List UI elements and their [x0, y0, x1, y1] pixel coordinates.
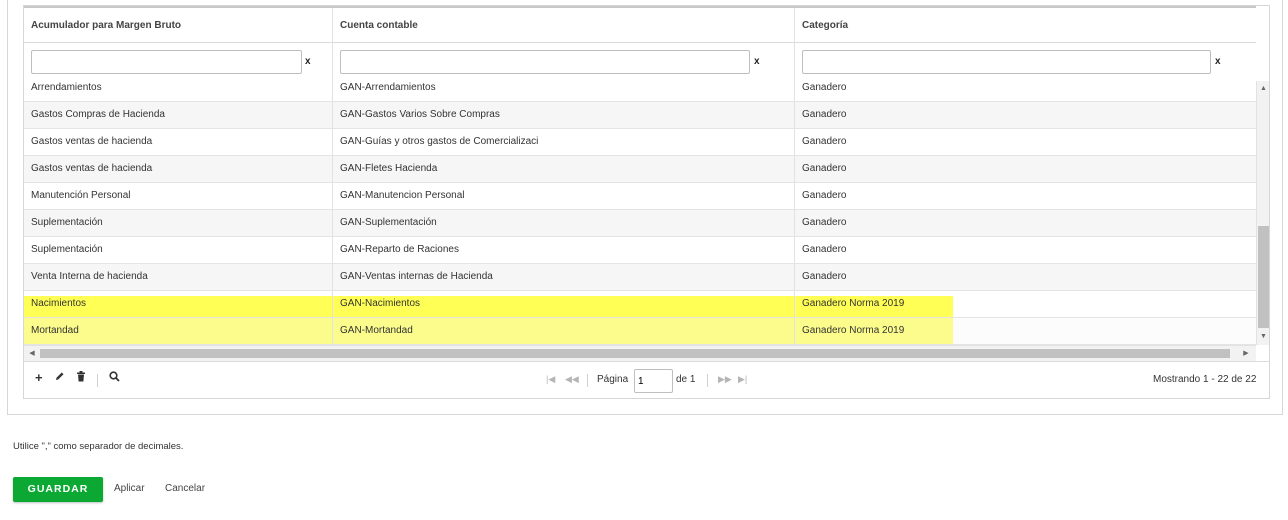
cell-cuenta: GAN-Guías y otros gastos de Comercializa… — [333, 129, 795, 155]
table-row[interactable]: Nacimientos GAN-Nacimientos Ganadero Nor… — [24, 291, 1256, 318]
cell-acumulador: Venta Interna de hacienda — [24, 264, 333, 290]
cell-acumulador: Gastos ventas de hacienda — [24, 156, 333, 182]
column-header-cuenta[interactable]: Cuenta contable — [333, 8, 795, 43]
next-page-icon[interactable]: ▶▶ — [718, 374, 732, 385]
filter-input-categoria[interactable] — [802, 50, 1211, 74]
cell-cuenta: GAN-Suplementación — [333, 210, 795, 236]
clear-filter-acumulador-icon[interactable]: x — [305, 56, 311, 67]
cell-cuenta: GAN-Manutencion Personal — [333, 183, 795, 209]
table-row[interactable]: Gastos ventas de hacienda GAN-Fletes Hac… — [24, 156, 1256, 183]
cell-cuenta: GAN-Ventas internas de Hacienda — [333, 264, 795, 290]
table-row[interactable]: Manutención Personal GAN-Manutencion Per… — [24, 183, 1256, 210]
cell-categoria: Ganadero — [802, 190, 847, 201]
grid-header: Acumulador para Margen Bruto Cuenta cont… — [24, 6, 1256, 43]
cell-categoria: Ganadero — [802, 163, 847, 174]
filter-cell-categoria: x — [795, 43, 1256, 81]
clear-filter-cuenta-icon[interactable]: x — [754, 56, 760, 67]
filter-input-cuenta[interactable] — [340, 50, 750, 74]
save-button[interactable]: GUARDAR — [13, 477, 103, 502]
horizontal-scrollbar[interactable]: ◀ ▶ — [24, 345, 1256, 361]
cell-acumulador: Gastos ventas de hacienda — [24, 129, 333, 155]
scroll-up-icon[interactable]: ▲ — [1257, 83, 1269, 95]
cell-categoria: Ganadero — [802, 217, 847, 228]
pencil-icon[interactable] — [55, 371, 65, 384]
first-page-icon[interactable]: |◀ — [546, 374, 555, 385]
prev-page-icon[interactable]: ◀◀ — [565, 374, 579, 385]
cell-cuenta: GAN-Mortandad — [333, 318, 795, 344]
cell-cuenta: GAN-Nacimientos — [333, 291, 795, 317]
search-icon[interactable] — [109, 371, 120, 385]
last-page-icon[interactable]: ▶| — [738, 374, 747, 385]
records-status: Mostrando 1 - 22 de 22 — [1153, 374, 1257, 385]
scroll-left-icon[interactable]: ◀ — [25, 346, 39, 361]
cell-categoria: Ganadero — [802, 82, 847, 93]
cell-categoria: Ganadero — [802, 109, 847, 120]
toolbar-separator — [97, 374, 98, 387]
cell-acumulador: Arrendamientos — [24, 81, 333, 101]
cell-acumulador: Suplementación — [24, 210, 333, 236]
cell-acumulador: Nacimientos — [24, 291, 333, 317]
filter-cell-cuenta: x — [333, 43, 795, 81]
filter-input-acumulador[interactable] — [31, 50, 302, 74]
filter-cell-acumulador: x — [24, 43, 333, 81]
table-row[interactable]: Suplementación GAN-Suplementación Ganade… — [24, 210, 1256, 237]
table-row[interactable]: Suplementación GAN-Reparto de Raciones G… — [24, 237, 1256, 264]
cell-categoria: Ganadero — [802, 136, 847, 147]
apply-link[interactable]: Aplicar — [114, 483, 145, 494]
filter-row: x x x — [24, 43, 1256, 81]
cell-acumulador: Suplementación — [24, 237, 333, 263]
cell-cuenta: GAN-Fletes Hacienda — [333, 156, 795, 182]
page-label: Página — [597, 374, 629, 385]
column-header-acumulador[interactable]: Acumulador para Margen Bruto — [24, 8, 333, 43]
cell-categoria: Ganadero Norma 2019 — [802, 325, 905, 336]
cell-cuenta: GAN-Arrendamientos — [333, 81, 795, 101]
table-row[interactable]: Arrendamientos GAN-Arrendamientos Ganade… — [24, 81, 1256, 102]
pager-separator — [587, 374, 588, 387]
vertical-scroll-thumb[interactable] — [1258, 226, 1269, 328]
table-row[interactable]: Gastos Compras de Hacienda GAN-Gastos Va… — [24, 102, 1256, 129]
scroll-right-icon[interactable]: ▶ — [1239, 346, 1253, 361]
horizontal-scroll-thumb[interactable] — [40, 349, 1230, 358]
cell-acumulador: Manutención Personal — [24, 183, 333, 209]
cell-acumulador: Gastos Compras de Hacienda — [24, 102, 333, 128]
cancel-link[interactable]: Cancelar — [165, 483, 205, 494]
data-grid: Acumulador para Margen Bruto Cuenta cont… — [23, 5, 1270, 399]
cell-categoria: Ganadero — [802, 244, 847, 255]
scroll-down-icon[interactable]: ▼ — [1257, 331, 1269, 343]
cell-cuenta: GAN-Reparto de Raciones — [333, 237, 795, 263]
trash-icon[interactable] — [76, 371, 86, 385]
page-total-label: de 1 — [676, 374, 696, 385]
vertical-scrollbar[interactable]: ▲ ▼ — [1256, 81, 1269, 345]
pager-separator — [707, 374, 708, 387]
page-number-input[interactable] — [634, 369, 673, 393]
grid-pager: + |◀ ◀◀ Página de 1 ▶▶ ▶| Mostrando 1 - … — [24, 361, 1269, 398]
table-row[interactable]: Mortandad GAN-Mortandad Ganadero Norma 2… — [24, 318, 1256, 345]
grid-body: Arrendamientos GAN-Arrendamientos Ganade… — [24, 81, 1256, 345]
table-row[interactable]: Gastos ventas de hacienda GAN-Guías y ot… — [24, 129, 1256, 156]
cell-categoria: Ganadero Norma 2019 — [802, 298, 905, 309]
cell-categoria: Ganadero — [802, 271, 847, 282]
cell-cuenta: GAN-Gastos Varios Sobre Compras — [333, 102, 795, 128]
table-row[interactable]: Venta Interna de hacienda GAN-Ventas int… — [24, 264, 1256, 291]
clear-filter-categoria-icon[interactable]: x — [1215, 56, 1221, 67]
decimal-separator-note: Utilice "," como separador de decimales. — [13, 441, 184, 452]
plus-icon[interactable]: + — [35, 370, 43, 385]
column-header-categoria[interactable]: Categoría — [795, 8, 1256, 43]
cell-acumulador: Mortandad — [24, 318, 333, 344]
